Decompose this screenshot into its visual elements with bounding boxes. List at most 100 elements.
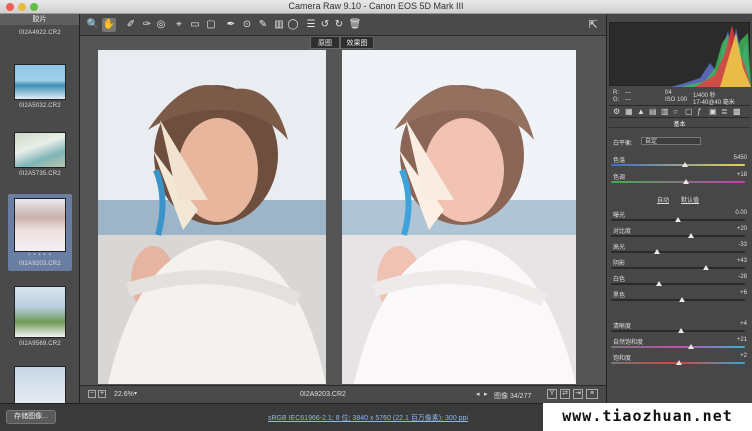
spot-removal-tool-icon[interactable]: ✒ xyxy=(224,18,238,32)
slider-value[interactable]: +2 xyxy=(740,353,747,359)
adjustment-panel: R: --- G: --- B: f/4 1/400 秒 ISO 100 17-… xyxy=(606,14,752,403)
slider-handle[interactable] xyxy=(688,233,695,238)
target-adjustment-tool-icon[interactable]: ◎ xyxy=(154,18,168,32)
slider-value[interactable]: +43 xyxy=(737,258,747,264)
default-link[interactable]: 默认值 xyxy=(681,195,699,204)
slider-handle[interactable] xyxy=(656,281,663,286)
slider-handle[interactable] xyxy=(677,328,684,333)
white-balance-label: 白平衡: xyxy=(613,141,633,147)
slider-track[interactable] xyxy=(611,179,745,184)
slider-track[interactable] xyxy=(611,162,745,167)
slider-track[interactable] xyxy=(611,265,745,270)
camera-calibration-tab-icon[interactable]: ▣ xyxy=(709,107,717,116)
filmstrip-item[interactable]: 0I2A9569.CR2 xyxy=(14,286,66,347)
tone-curve-tab-icon[interactable]: ▦ xyxy=(625,107,633,116)
crop-tool-icon[interactable]: ⌖ xyxy=(172,18,186,32)
slider-value[interactable]: +21 xyxy=(737,337,747,343)
workflow-options-link[interactable]: sRGB IEC61966-2.1; 8 位; 3840 x 5760 (22.… xyxy=(268,413,468,423)
histogram xyxy=(609,22,751,87)
window-title: Camera Raw 9.10 - Canon EOS 5D Mark III xyxy=(288,1,464,11)
adjustment-brush-icon[interactable]: ✎ xyxy=(256,18,270,32)
filmstrip-item[interactable]: 0I2A4922.CR2 xyxy=(14,27,66,36)
radial-filter-icon[interactable]: ◯ xyxy=(286,18,300,32)
slider-track[interactable] xyxy=(611,297,745,302)
transform-tab-icon[interactable]: ▢ xyxy=(685,107,693,116)
thumbnail-image xyxy=(14,198,66,252)
slider-label: 自然饱和度 xyxy=(613,340,644,346)
detail-tab-icon[interactable]: ▲ xyxy=(637,107,645,116)
slider-value[interactable]: -33 xyxy=(738,242,747,248)
filmstrip-item[interactable]: 0I2A5032.CR2 xyxy=(14,64,66,109)
filmstrip-item-selected[interactable]: • • • • • 0I2A9203.CR2 xyxy=(8,194,72,271)
slider-value[interactable]: 0.00 xyxy=(735,210,747,216)
white-balance-tool-icon[interactable]: ✐ xyxy=(124,18,138,32)
view-mode-icon[interactable]: Y xyxy=(547,389,557,399)
thumb-filename: 0I2A5735.CR2 xyxy=(19,171,61,177)
slider-handle[interactable] xyxy=(676,360,683,365)
slider-track[interactable] xyxy=(611,233,745,238)
slider-label: 饱和度 xyxy=(613,356,632,362)
slider-value[interactable]: 5450 xyxy=(734,155,747,161)
chevron-down-icon[interactable]: ▾ xyxy=(134,390,137,397)
hsl-tab-icon[interactable]: ▤ xyxy=(649,107,657,116)
iso: ISO 100 xyxy=(665,97,688,103)
zoom-level-select[interactable]: 22.6% xyxy=(114,391,134,398)
slider-handle[interactable] xyxy=(683,179,690,184)
slider-track[interactable] xyxy=(611,344,745,349)
rotate-left-icon[interactable]: ↺ xyxy=(318,18,332,32)
slider-track[interactable] xyxy=(611,249,745,254)
slider-handle[interactable] xyxy=(653,249,660,254)
slider-track[interactable] xyxy=(611,281,745,286)
slider-label: 对比度 xyxy=(613,229,632,235)
copy-settings-icon[interactable]: ⇥ xyxy=(573,389,583,399)
transform-tool-icon[interactable]: ▢ xyxy=(204,18,218,32)
filmstrip-item[interactable]: 0I2A5735.CR2 xyxy=(14,132,66,177)
basic-tab-icon[interactable]: ⚙ xyxy=(613,107,620,116)
slider-handle[interactable] xyxy=(688,344,695,349)
previous-image-icon[interactable]: ◂ xyxy=(476,390,480,398)
swap-icon[interactable]: ⇄ xyxy=(560,389,570,399)
fullscreen-icon[interactable]: ⇱ xyxy=(586,18,600,32)
next-image-icon[interactable]: ▸ xyxy=(484,390,488,398)
rating-stars[interactable]: • • • • • xyxy=(14,252,66,258)
white-balance-select[interactable]: 自定 xyxy=(641,137,701,145)
red-eye-tool-icon[interactable]: ⊙ xyxy=(240,18,254,32)
lens-tab-icon[interactable]: ○ xyxy=(673,107,678,116)
hand-tool-icon[interactable]: ✋ xyxy=(102,18,116,32)
filmstrip-item[interactable] xyxy=(14,366,66,403)
slider-value[interactable]: +4 xyxy=(740,321,747,327)
before-image xyxy=(98,50,326,384)
filmstrip-header: 胶片 xyxy=(0,14,79,25)
white-balance-value: 自定 xyxy=(645,139,658,145)
slider-track[interactable] xyxy=(611,217,745,222)
slider-handle[interactable] xyxy=(679,297,686,302)
slider-handle[interactable] xyxy=(703,265,710,270)
auto-link[interactable]: 自动 xyxy=(657,195,669,204)
slider-handle[interactable] xyxy=(681,162,688,167)
effects-tab-icon[interactable]: ƒ xyxy=(697,107,701,116)
slider-value[interactable]: +6 xyxy=(740,290,747,296)
zoom-in-button[interactable]: + xyxy=(98,390,106,398)
trash-icon[interactable]: 🗑 xyxy=(348,18,362,32)
toggle-preview-icon[interactable]: ≡ xyxy=(586,389,598,399)
color-sampler-tool-icon[interactable]: ✑ xyxy=(140,18,154,32)
slider-track[interactable] xyxy=(611,328,745,333)
save-image-button[interactable]: 存储图像... xyxy=(6,410,56,424)
slider-value[interactable]: -28 xyxy=(738,274,747,280)
slider-value[interactable]: +20 xyxy=(737,226,747,232)
thumb-filename: 0I2A9203.CR2 xyxy=(19,261,61,267)
presets-tab-icon[interactable]: ≣ xyxy=(721,107,728,116)
preferences-icon[interactable]: ☰ xyxy=(304,18,318,32)
slider-label: 阴影 xyxy=(613,261,626,267)
slider-track[interactable] xyxy=(611,360,745,365)
straighten-tool-icon[interactable]: ▭ xyxy=(188,18,202,32)
zoom-out-button[interactable]: − xyxy=(88,390,96,398)
split-toning-tab-icon[interactable]: ▥ xyxy=(661,107,669,116)
graduated-filter-icon[interactable]: ▥ xyxy=(272,18,286,32)
zoom-tool-icon[interactable]: 🔍 xyxy=(86,18,100,32)
image-viewer[interactable]: 原图 效果图 xyxy=(80,36,606,385)
snapshots-tab-icon[interactable]: ▩ xyxy=(733,107,741,116)
slider-value[interactable]: +18 xyxy=(737,172,747,178)
slider-handle[interactable] xyxy=(675,217,681,222)
rotate-right-icon[interactable]: ↻ xyxy=(332,18,346,32)
